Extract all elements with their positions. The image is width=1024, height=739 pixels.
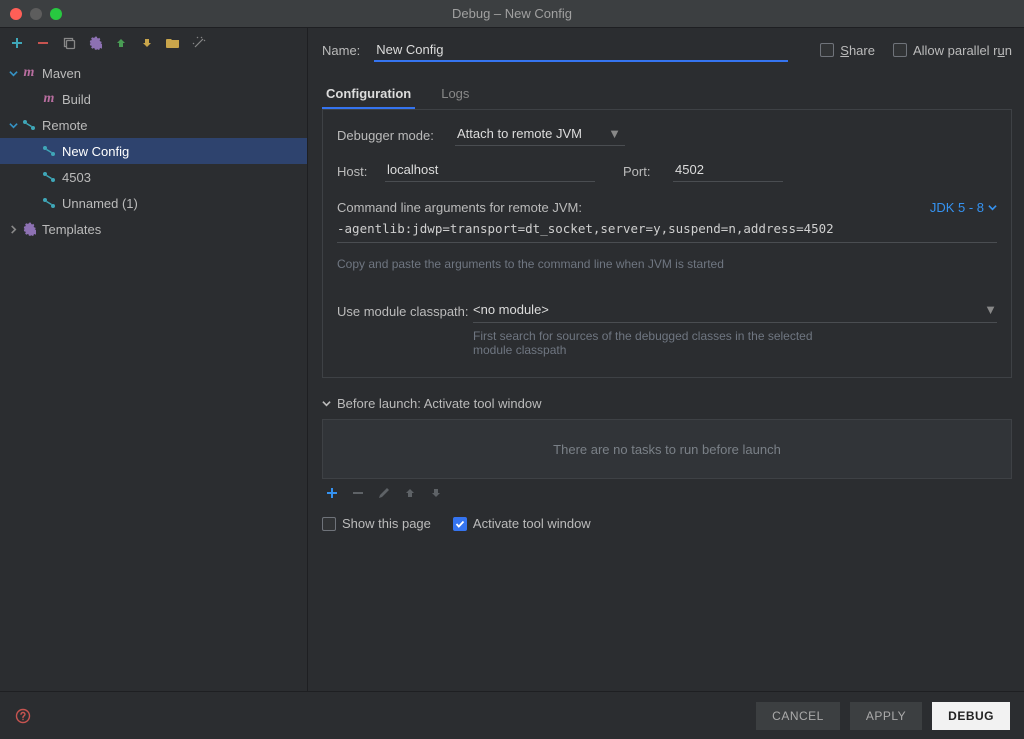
window-title: Debug – New Config	[0, 6, 1024, 21]
gear-icon	[20, 222, 38, 236]
chevron-down-icon	[322, 399, 331, 408]
activate-tool-window-checkbox[interactable]: Activate tool window	[453, 516, 591, 531]
debugger-mode-select[interactable]: Attach to remote JVM ▼	[455, 124, 625, 146]
module-hint: First search for sources of the debugged…	[473, 329, 813, 357]
host-label: Host:	[337, 164, 385, 179]
remote-icon	[40, 145, 58, 157]
remove-task-button[interactable]	[352, 487, 364, 502]
chevron-down-icon	[6, 121, 20, 130]
tree-label: 4503	[58, 170, 91, 185]
maven-icon: m	[40, 91, 58, 107]
apply-button[interactable]: APPLY	[850, 702, 922, 730]
minimize-window-button[interactable]	[30, 8, 42, 20]
wand-button[interactable]	[190, 34, 208, 52]
tree-maven[interactable]: m Maven	[0, 60, 307, 86]
tab-configuration[interactable]: Configuration	[322, 80, 415, 109]
move-down-button[interactable]	[138, 34, 156, 52]
share-label: hare	[849, 43, 875, 58]
chevron-down-icon	[6, 69, 20, 78]
remove-config-button[interactable]	[34, 34, 52, 52]
share-checkbox[interactable]: Share	[820, 43, 875, 58]
before-launch-toolbar	[322, 487, 1012, 502]
add-task-button[interactable]	[326, 487, 338, 502]
titlebar: Debug – New Config	[0, 0, 1024, 28]
remote-icon	[40, 171, 58, 183]
sidebar-toolbar	[0, 28, 307, 58]
config-tree: m Maven m Build Remote New Conf	[0, 58, 307, 691]
tree-label: Maven	[38, 66, 81, 81]
tree-label: Unnamed (1)	[58, 196, 138, 211]
before-launch-title: Before launch: Activate tool window	[337, 396, 542, 411]
tab-logs[interactable]: Logs	[437, 80, 473, 109]
tree-label: New Config	[58, 144, 129, 159]
name-input[interactable]	[374, 39, 788, 62]
move-task-up-button[interactable]	[404, 487, 416, 502]
window-controls	[0, 8, 62, 20]
debugger-mode-value: Attach to remote JVM	[457, 126, 582, 141]
maven-icon: m	[20, 65, 38, 81]
before-launch-tasks: There are no tasks to run before launch	[322, 419, 1012, 479]
module-classpath-label: Use module classpath:	[337, 304, 473, 319]
name-label: Name:	[322, 43, 360, 58]
cancel-button[interactable]: CANCEL	[756, 702, 840, 730]
show-this-label: Show this page	[342, 516, 431, 531]
allow-parallel-checkbox[interactable]: Allow parallel run	[893, 43, 1012, 58]
show-this-page-checkbox[interactable]: Show this page	[322, 516, 431, 531]
debugger-mode-label: Debugger mode:	[337, 128, 455, 143]
folder-button[interactable]	[164, 34, 182, 52]
tree-label: Remote	[38, 118, 88, 133]
port-label: Port:	[623, 164, 667, 179]
remote-icon	[40, 197, 58, 209]
add-config-button[interactable]	[8, 34, 26, 52]
module-classpath-select[interactable]: <no module> ▼	[473, 299, 997, 323]
host-input[interactable]	[385, 160, 595, 182]
edit-task-button[interactable]	[378, 487, 390, 502]
config-body: Debugger mode: Attach to remote JVM ▼ Ho…	[322, 109, 1012, 378]
chevron-down-icon: ▼	[608, 126, 621, 141]
tree-label: Templates	[38, 222, 101, 237]
tree-maven-build[interactable]: m Build	[0, 86, 307, 112]
remote-icon	[20, 119, 38, 131]
cmdline-value[interactable]: -agentlib:jdwp=transport=dt_socket,serve…	[337, 221, 997, 243]
move-task-down-button[interactable]	[430, 487, 442, 502]
jdk-version-link[interactable]: JDK 5 - 8	[930, 200, 997, 215]
tree-remote-unnamed[interactable]: Unnamed (1)	[0, 190, 307, 216]
chevron-right-icon	[6, 225, 20, 234]
sidebar: m Maven m Build Remote New Conf	[0, 28, 308, 691]
tree-remote[interactable]: Remote	[0, 112, 307, 138]
settings-gear-icon[interactable]	[86, 34, 104, 52]
tree-remote-4503[interactable]: 4503	[0, 164, 307, 190]
jdk-label: JDK 5 - 8	[930, 200, 984, 215]
copy-config-button[interactable]	[60, 34, 78, 52]
config-panel: Name: Share Allow parallel run Configura…	[308, 28, 1024, 691]
move-up-button[interactable]	[112, 34, 130, 52]
tabs: Configuration Logs	[322, 80, 1012, 109]
module-classpath-value: <no module>	[473, 302, 549, 317]
tree-remote-newconfig[interactable]: New Config	[0, 138, 307, 164]
help-button[interactable]	[14, 707, 32, 725]
before-launch-empty: There are no tasks to run before launch	[553, 442, 781, 457]
close-window-button[interactable]	[10, 8, 22, 20]
port-input[interactable]	[673, 160, 783, 182]
cmdline-label: Command line arguments for remote JVM:	[337, 200, 582, 215]
footer: CANCEL APPLY DEBUG	[0, 691, 1024, 739]
tree-label: Build	[58, 92, 91, 107]
chevron-down-icon: ▼	[984, 302, 997, 317]
before-launch-section: Before launch: Activate tool window Ther…	[322, 396, 1012, 531]
before-launch-header[interactable]: Before launch: Activate tool window	[322, 396, 1012, 411]
debug-button[interactable]: DEBUG	[932, 702, 1010, 730]
activate-label: Activate tool window	[473, 516, 591, 531]
tree-templates[interactable]: Templates	[0, 216, 307, 242]
cmdline-hint: Copy and paste the arguments to the comm…	[337, 257, 997, 271]
maximize-window-button[interactable]	[50, 8, 62, 20]
